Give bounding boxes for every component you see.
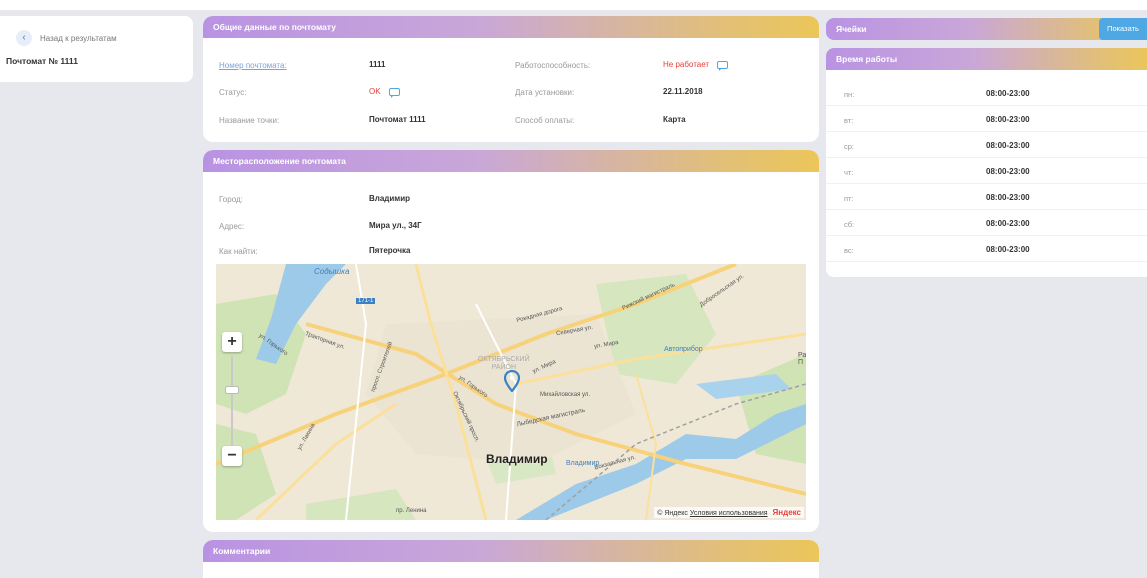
comments-card: Комментарии [203, 540, 819, 578]
address-label: Адрес: [219, 222, 245, 231]
working-hours-header: Время работы [826, 48, 1147, 70]
hours-value: 08:00-23:00 [986, 115, 1030, 124]
terms-link[interactable]: Условия использования [690, 510, 768, 517]
install-date-value: 22.11.2018 [663, 87, 703, 96]
postamat-number-value: 1111 [369, 60, 386, 69]
zoom-slider-handle[interactable] [225, 386, 239, 394]
health-text: Не работает [663, 60, 710, 69]
chevron-left-icon[interactable]: ‹ [16, 30, 32, 46]
weekday-label: чт: [844, 168, 854, 177]
install-date-label: Дата установки: [515, 88, 575, 97]
weekday-label: ср: [844, 142, 855, 151]
zoom-in-button[interactable]: + [222, 332, 242, 352]
map-label-city: Владимир [486, 452, 548, 466]
map-label-road: 171-1 [356, 298, 376, 304]
weekday-label: сб: [844, 220, 855, 229]
hours-value: 08:00-23:00 [986, 141, 1030, 150]
city-value: Владимир [369, 194, 411, 203]
top-strip [0, 0, 1147, 10]
show-cells-button[interactable]: Показать [1099, 18, 1147, 40]
health-label: Работоспособность: [515, 61, 591, 70]
address-value: Мира ул., 34Г [369, 221, 422, 230]
copyright-text: © Яндекс [657, 510, 688, 517]
hours-value: 08:00-23:00 [986, 245, 1030, 254]
working-hours-card: Время работы пн: 08:00-23:00 вт: 08:00-23:0… [826, 48, 1147, 277]
hours-value: 08:00-23:00 [986, 219, 1030, 228]
location-header: Месторасположение почтомата [203, 150, 819, 172]
weekday-label: вт: [844, 116, 854, 125]
working-hours-row: вс: 08:00-23:00 [826, 236, 1147, 262]
weekday-label: пн: [844, 90, 855, 99]
postamat-number-label[interactable]: Номер почтомата: [219, 61, 287, 70]
hours-value: 08:00-23:00 [986, 89, 1030, 98]
map-canvas [216, 264, 806, 520]
sidebar-panel: ‹ Назад к результатам Почтомат № 1111 [0, 16, 193, 82]
map-label-station: Владимир [566, 460, 600, 467]
hours-value: 08:00-23:00 [986, 193, 1030, 202]
location-map[interactable]: Содышка 171-1 Рокадная дорога Северная у… [216, 264, 806, 520]
payment-value: Карта [663, 115, 686, 124]
zoom-out-button[interactable]: − [222, 446, 242, 466]
map-label-avtopribor: Автоприбор [664, 346, 703, 353]
how-to-find-value: Пятерочка [369, 246, 411, 255]
map-pin-icon[interactable] [504, 370, 520, 392]
payment-label: Способ оплаты: [515, 116, 575, 125]
working-hours-row: ср: 08:00-23:00 [826, 132, 1147, 158]
weekday-label: вс: [844, 246, 854, 255]
general-data-card: Общие данные по почтомату Номер почтомат… [203, 16, 819, 142]
working-hours-row: пн: 08:00-23:00 [826, 80, 1147, 106]
general-data-header: Общие данные по почтомату [203, 16, 819, 38]
point-name-value: Почтомат 1111 [369, 115, 426, 124]
city-label: Город: [219, 195, 243, 204]
status-label: Статус: [219, 88, 247, 97]
map-label-lenina: пр. Ленина [396, 508, 427, 514]
postamat-title: Почтомат № 1111 [6, 56, 78, 66]
comment-icon[interactable] [388, 87, 400, 98]
hours-value: 08:00-23:00 [986, 167, 1030, 176]
how-to-find-label: Как найти: [219, 247, 258, 256]
health-value: Не работает [663, 60, 729, 71]
working-hours-row: пт: 08:00-23:00 [826, 184, 1147, 210]
map-label-mikhailovskaya: Михайловская ул. [540, 392, 591, 398]
map-label-sodyshka: Содышка [314, 267, 350, 276]
yandex-logo: Яндекс [772, 508, 801, 517]
zoom-slider[interactable] [231, 356, 233, 446]
comment-icon[interactable] [717, 60, 729, 71]
status-value: OK [369, 87, 400, 98]
comments-header: Комментарии [203, 540, 819, 562]
map-copyright: © Яндекс Условия использования Яндекс [654, 507, 804, 518]
cells-card: Ячейки Показать [826, 18, 1147, 40]
back-to-results-link[interactable]: Назад к результатам [40, 34, 117, 43]
working-hours-row: вт: 08:00-23:00 [826, 106, 1147, 132]
point-name-label: Название точки: [219, 116, 280, 125]
map-label-edge: Ра П [798, 352, 806, 366]
working-hours-row: сб: 08:00-23:00 [826, 210, 1147, 236]
status-text: OK [369, 87, 381, 96]
working-hours-row: чт: 08:00-23:00 [826, 158, 1147, 184]
weekday-label: пт: [844, 194, 854, 203]
